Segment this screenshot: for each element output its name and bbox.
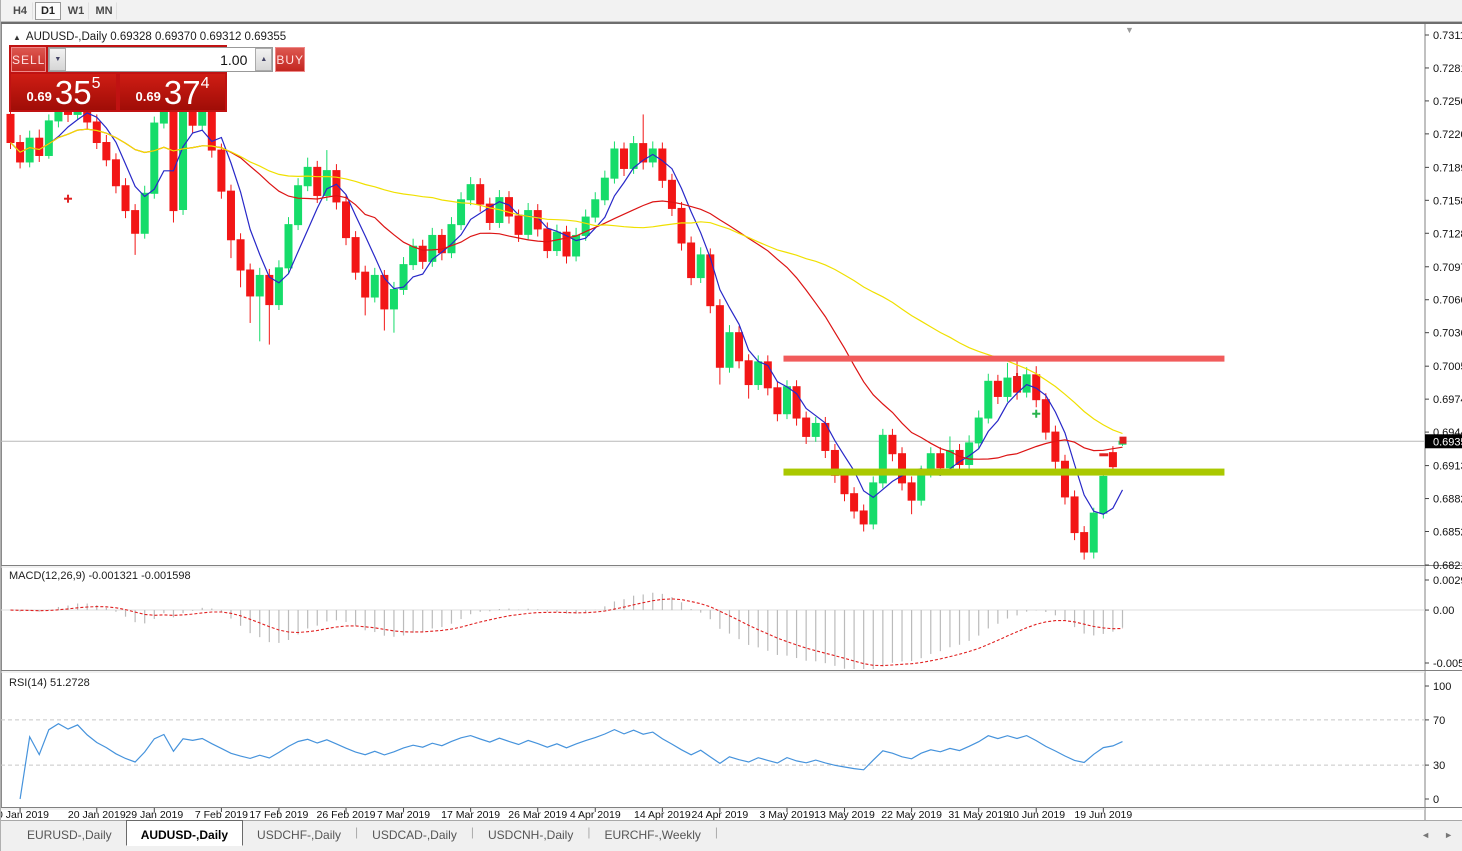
chart-frame [1,24,1462,820]
sell-price-pip: 5 [91,75,101,92]
tab-scroll-left-icon[interactable]: ◄ [1421,830,1430,840]
trade-markers [64,194,1127,457]
svg-text:17 Mar 2019: 17 Mar 2019 [441,809,500,820]
resistance-line[interactable] [783,355,1225,362]
timeframe-mn-button[interactable]: MN [91,1,117,20]
candles-layer [6,87,1127,560]
svg-text:24 Apr 2019: 24 Apr 2019 [692,809,749,820]
svg-text:7 Feb 2019: 7 Feb 2019 [195,809,248,820]
support-line[interactable] [783,468,1225,476]
tab-usdcad-daily[interactable]: USDCAD-,Daily [358,821,471,845]
svg-text:4 Apr 2019: 4 Apr 2019 [570,809,621,820]
svg-text:0.72505: 0.72505 [1433,96,1462,108]
svg-text:0: 0 [1433,794,1439,806]
chart-tabbar: EURUSD-,Daily AUDUSD-,Daily USDCHF-,Dail… [1,820,1462,851]
symbol-ohlc-text: AUDUSD-,Daily 0.69328 0.69370 0.69312 0.… [25,31,287,43]
rsi-label: RSI(14) 51.2728 [9,677,90,689]
tab-audusd-daily[interactable]: AUDUSD-,Daily [125,820,244,846]
one-click-expand-icon[interactable]: ▲ [13,33,21,42]
svg-text:-0.005256: -0.005256 [1433,658,1462,670]
price-axis: 0.73115 0.72810 0.72505 0.72200 0.71890 0.715… [1425,30,1462,572]
rsi-pane: 100 70 30 0 [1,681,1451,806]
svg-text:3 May 2019: 3 May 2019 [760,809,815,820]
svg-text:0.70360: 0.70360 [1433,328,1462,340]
macd-label: MACD(12,26,9) -0.001321 -0.001598 [9,570,191,582]
svg-text:31 May 2019: 31 May 2019 [948,809,1009,820]
macd-pane: 0.002984 0.00 -0.005256 [1,575,1462,670]
date-axis: 10 Jan 2019 20 Jan 201929 Jan 2019 7 Feb 2… [1,808,1132,820]
svg-text:0.70050: 0.70050 [1433,361,1462,373]
chevron-down-icon[interactable]: ▼ [1125,25,1134,35]
chart-symbol-title: ▲ AUDUSD-,Daily 0.69328 0.69370 0.69312 … [13,31,286,43]
svg-text:0.71585: 0.71585 [1433,195,1462,207]
buy-price-pip: 4 [200,75,210,92]
buy-price-main: 37 [163,74,201,111]
svg-text:0.00: 0.00 [1433,605,1454,617]
svg-text:0.69745: 0.69745 [1433,394,1462,406]
svg-text:0.73115: 0.73115 [1433,30,1462,42]
svg-text:30: 30 [1433,760,1445,772]
buy-button[interactable]: BUY [275,47,306,72]
svg-text:17 Feb 2019: 17 Feb 2019 [249,809,308,820]
volume-input[interactable] [66,48,256,71]
tab-eurchf-weekly[interactable]: EURCHF-,Weekly [590,821,714,845]
timeframe-w1-button[interactable]: W1 [63,1,89,20]
buy-price-prefix: 0.69 [135,89,161,104]
svg-text:0.002984: 0.002984 [1433,575,1462,587]
svg-text:10 Jan 2019: 10 Jan 2019 [1,809,49,820]
svg-text:0.72200: 0.72200 [1433,129,1462,141]
svg-text:0.69355: 0.69355 [1433,436,1462,448]
svg-text:26 Feb 2019: 26 Feb 2019 [317,809,376,820]
tab-eurusd-daily[interactable]: EURUSD-,Daily [13,821,126,845]
sell-price-main: 35 [54,74,92,111]
svg-text:20 Jan 2019: 20 Jan 2019 [68,809,126,820]
timeframe-h4-button[interactable]: H4 [7,1,33,20]
macd-signal-line [10,598,1123,667]
svg-text:0.72810: 0.72810 [1433,63,1462,75]
rsi-line [19,723,1123,800]
svg-text:100: 100 [1433,681,1451,693]
svg-text:0.71280: 0.71280 [1433,228,1462,240]
svg-text:0.70665: 0.70665 [1433,295,1462,307]
buy-price-display[interactable]: 0.69 37 4 [120,74,225,110]
svg-text:0.68520: 0.68520 [1433,527,1462,539]
tab-usdcnh-daily[interactable]: USDCNH-,Daily [474,821,587,845]
svg-text:10 Jun 2019: 10 Jun 2019 [1007,809,1065,820]
terminal-window: H4 D1 W1 MN 0.73115 0.72810 0.72505 0.72200… [0,0,1462,851]
volume-increase-button[interactable]: ▲ [255,48,273,71]
svg-text:7 Mar 2019: 7 Mar 2019 [377,809,430,820]
svg-text:26 Mar 2019: 26 Mar 2019 [508,809,567,820]
svg-text:13 May 2019: 13 May 2019 [814,809,875,820]
svg-text:29 Jan 2019: 29 Jan 2019 [125,809,183,820]
svg-text:14 Apr 2019: 14 Apr 2019 [634,809,691,820]
one-click-trading-panel: SELL ▼ ▲ BUY 0.69 35 5 0.69 37 4 [9,45,306,112]
tab-scroll-right-icon[interactable]: ► [1444,830,1453,840]
tab-usdchf-daily[interactable]: USDCHF-,Daily [243,821,355,845]
svg-text:0.68210: 0.68210 [1433,560,1462,572]
svg-text:0.70970: 0.70970 [1433,262,1462,274]
price-chart-svg[interactable]: 0.73115 0.72810 0.72505 0.72200 0.71890 0.715… [1,24,1462,820]
svg-text:0.71890: 0.71890 [1433,162,1462,174]
timeframe-toolbar: H4 D1 W1 MN [1,0,1462,22]
sell-price-display[interactable]: 0.69 35 5 [11,74,116,110]
svg-text:19 Jun 2019: 19 Jun 2019 [1074,809,1132,820]
sell-price-prefix: 0.69 [26,89,52,104]
timeframe-d1-button[interactable]: D1 [35,1,61,20]
current-price-tag: 0.69355 [1425,434,1462,449]
volume-stepper: ▼ ▲ [48,47,274,72]
svg-text:0.68825: 0.68825 [1433,494,1462,506]
tab-separator: | [714,825,719,839]
chart-region: 0.73115 0.72810 0.72505 0.72200 0.71890 0.715… [1,22,1462,820]
sell-button[interactable]: SELL [11,47,47,72]
svg-text:0.69130: 0.69130 [1433,461,1462,473]
svg-text:22 May 2019: 22 May 2019 [881,809,942,820]
svg-text:70: 70 [1433,715,1445,727]
volume-decrease-button[interactable]: ▼ [49,48,67,71]
